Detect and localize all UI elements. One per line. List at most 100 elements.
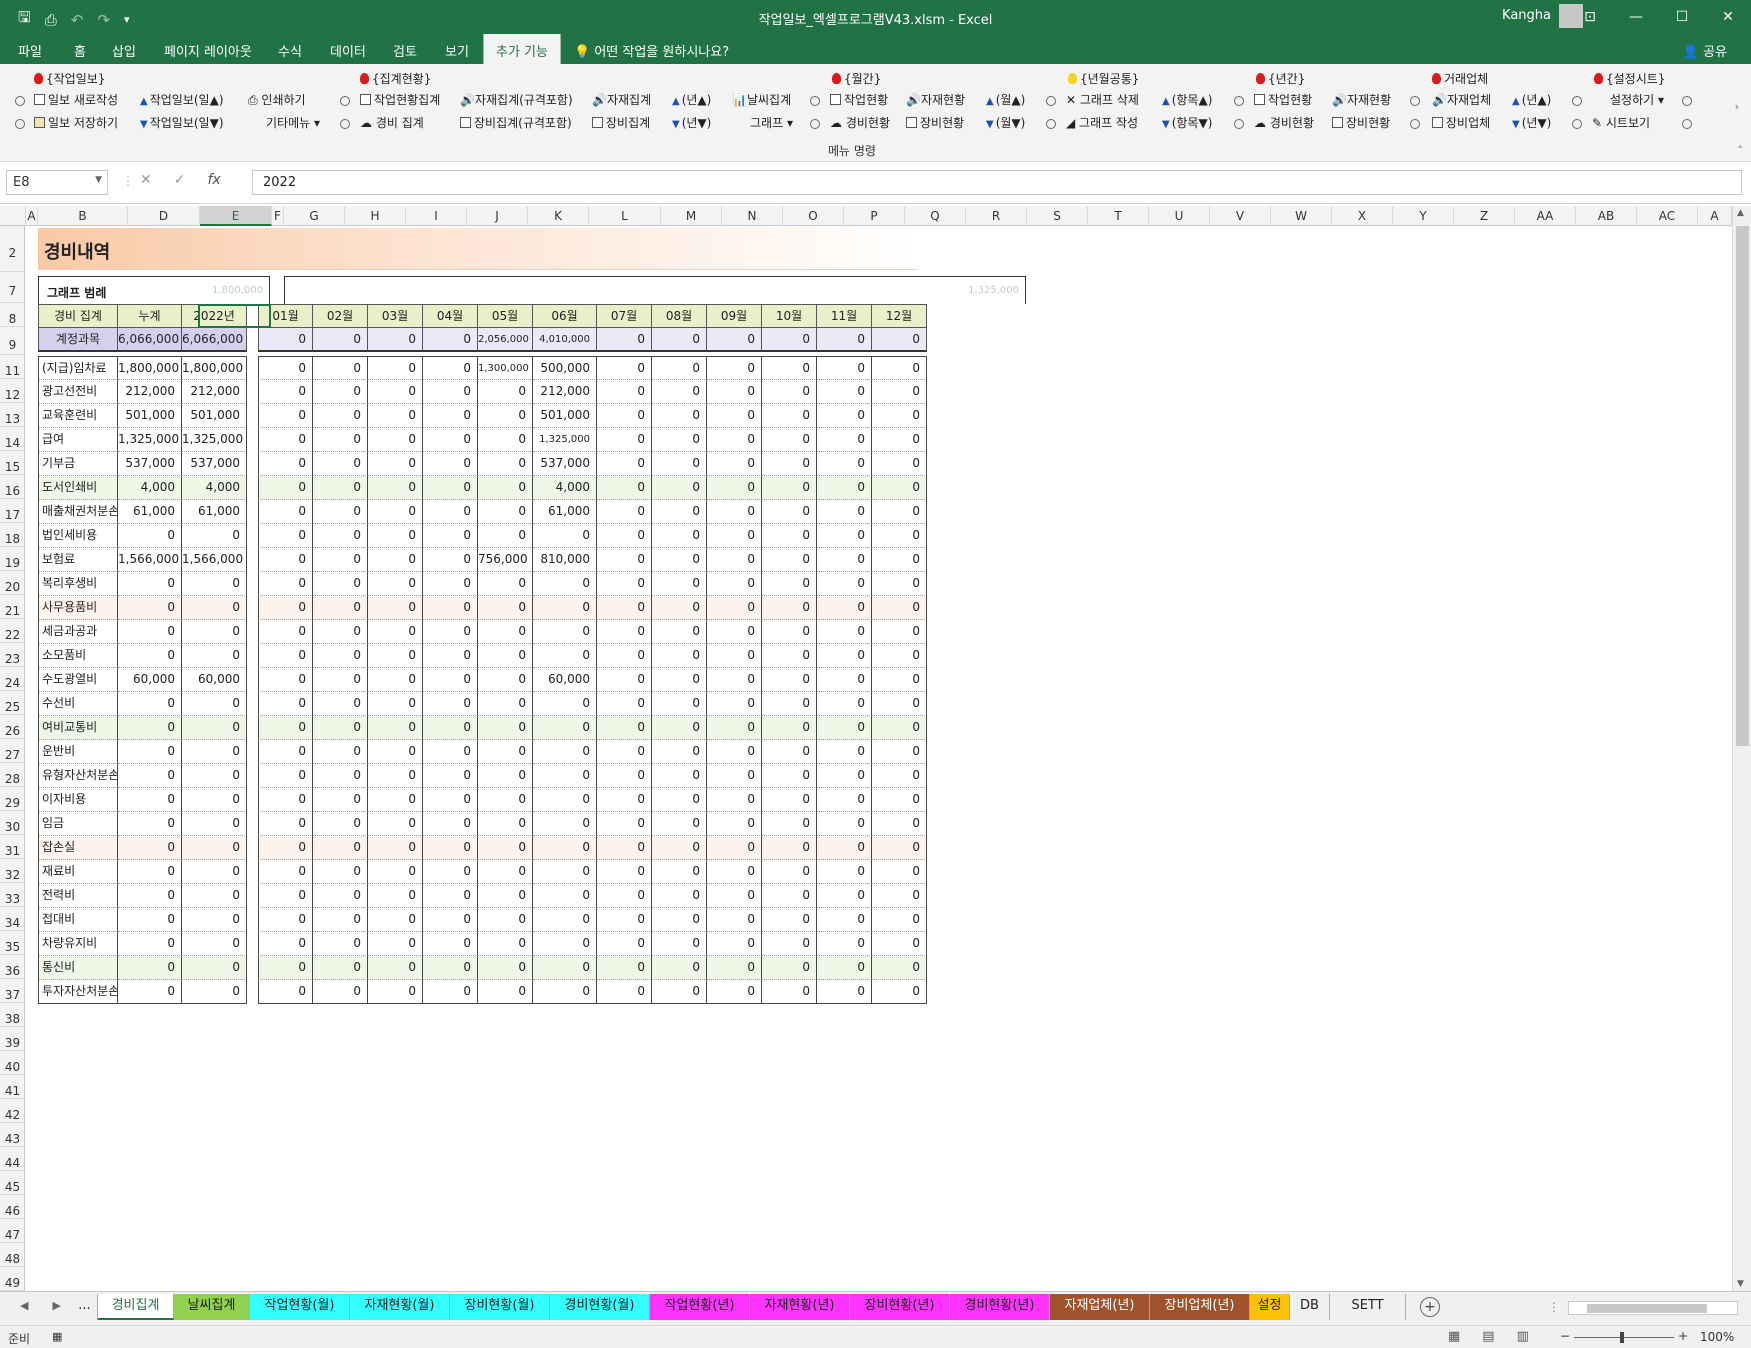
expense-month-cell[interactable]: 0 [423,956,478,980]
daily-up-button[interactable]: ▲ 작업일보(일▲) [140,93,224,109]
expense-name-cell[interactable]: 차량유지비 [38,932,118,956]
expense-month-cell[interactable]: 0 [707,596,762,620]
year-up-button[interactable]: ▲ (년▲) [672,93,711,109]
expense-month-cell[interactable]: 0 [762,716,817,740]
expense-month-cell[interactable]: 0 [478,524,533,548]
expense-month-cell[interactable]: 0 [762,812,817,836]
expense-month-cell[interactable]: 0 [817,644,872,668]
total-month-cell[interactable]: 0 [368,328,423,352]
expense-month-cell[interactable]: 0 [762,764,817,788]
total-month-cell[interactable]: 0 [707,328,762,352]
expense-month-cell[interactable]: 0 [423,476,478,500]
expense-month-cell[interactable]: 0 [478,836,533,860]
expense-cum-cell[interactable]: 61,000 [118,500,182,524]
expense-month-cell[interactable]: 0 [313,764,368,788]
expense-month-cell[interactable]: 0 [533,740,597,764]
row-header[interactable]: 16 [0,475,24,499]
column-header[interactable]: H [345,206,406,226]
expense-month-cell[interactable]: 0 [817,860,872,884]
expense-month-cell[interactable]: 0 [478,860,533,884]
expense-month-cell[interactable]: 0 [817,500,872,524]
row-header[interactable]: 47 [0,1219,24,1243]
expense-month-cell[interactable]: 0 [762,356,817,380]
expense-month-cell[interactable]: 0 [368,956,423,980]
expense-month-cell[interactable]: 0 [258,740,313,764]
expense-year-cell[interactable]: 1,800,000 [182,356,247,380]
expense-month-cell[interactable]: 0 [872,524,927,548]
row-header[interactable]: 38 [0,1003,24,1027]
expense-month-cell[interactable]: 0 [707,788,762,812]
expense-month-cell[interactable]: 0 [423,668,478,692]
expense-month-cell[interactable]: 0 [533,908,597,932]
delete-chart-button[interactable]: ✕ 그래프 삭제 [1066,93,1139,108]
weather-summary-button[interactable]: 📊날씨집계 [732,93,791,108]
expense-month-cell[interactable]: 0 [368,812,423,836]
expense-month-cell[interactable]: 501,000 [533,404,597,428]
expense-month-cell[interactable]: 0 [313,812,368,836]
expense-cum-cell[interactable]: 0 [118,764,182,788]
total-month-cell[interactable]: 0 [313,328,368,352]
expense-name-cell[interactable]: 기부금 [38,452,118,476]
expense-month-cell[interactable]: 0 [478,668,533,692]
expense-name-cell[interactable]: 급여 [38,428,118,452]
expense-month-cell[interactable]: 0 [817,716,872,740]
expense-month-cell[interactable]: 0 [478,476,533,500]
expense-month-cell[interactable]: 0 [423,524,478,548]
expense-month-cell[interactable]: 0 [313,644,368,668]
expense-month-cell[interactable]: 0 [258,764,313,788]
expense-month-cell[interactable]: 0 [423,740,478,764]
expense-month-cell[interactable]: 0 [707,740,762,764]
expense-name-cell[interactable]: (지급)임차료 [38,356,118,380]
radio-button[interactable] [1046,119,1056,129]
row-header[interactable]: 25 [0,691,24,715]
expense-month-cell[interactable]: 0 [597,884,652,908]
expense-month-cell[interactable]: 0 [707,908,762,932]
column-header[interactable]: S [1027,206,1088,226]
expense-month-cell[interactable]: 0 [597,812,652,836]
expense-cum-cell[interactable]: 0 [118,956,182,980]
expense-month-cell[interactable]: 0 [368,884,423,908]
expense-month-cell[interactable]: 0 [707,668,762,692]
column-header[interactable]: O [783,206,844,226]
expense-name-cell[interactable]: 임금 [38,812,118,836]
expense-month-cell[interactable]: 0 [368,980,423,1004]
expense-month-cell[interactable]: 0 [313,500,368,524]
expense-cum-cell[interactable]: 0 [118,716,182,740]
month-header-cell[interactable]: 11월 [817,304,872,328]
row-header[interactable]: 22 [0,619,24,643]
expense-month-cell[interactable]: 0 [817,524,872,548]
collapse-ribbon-icon[interactable]: ˄ [1738,144,1744,157]
new-report-button[interactable]: 일보 새로작성 [34,93,118,108]
row-header[interactable]: 29 [0,787,24,811]
expense-cum-cell[interactable]: 0 [118,860,182,884]
expense-year-cell[interactable]: 0 [182,620,247,644]
expense-month-cell[interactable]: 0 [872,356,927,380]
expense-month-cell[interactable]: 0 [478,404,533,428]
scroll-down-icon[interactable]: ▼ [1737,1279,1744,1289]
expense-month-cell[interactable]: 0 [368,356,423,380]
expense-name-cell[interactable]: 법인세비용 [38,524,118,548]
expense-month-cell[interactable]: 0 [423,548,478,572]
expense-month-cell[interactable]: 0 [707,428,762,452]
expense-name-cell[interactable]: 잡손실 [38,836,118,860]
expense-cum-cell[interactable]: 1,325,000 [118,428,182,452]
expense-month-cell[interactable]: 0 [423,692,478,716]
expense-cum-cell[interactable]: 1,566,000 [118,548,182,572]
expense-cum-cell[interactable]: 0 [118,884,182,908]
expense-month-cell[interactable]: 0 [762,404,817,428]
expense-month-cell[interactable]: 0 [597,620,652,644]
expense-month-cell[interactable]: 0 [707,956,762,980]
header-cell[interactable]: 누계 [118,304,182,328]
expense-month-cell[interactable]: 0 [872,884,927,908]
expense-month-cell[interactable]: 0 [423,596,478,620]
expense-month-cell[interactable]: 0 [597,716,652,740]
column-header[interactable]: Z [1454,206,1515,226]
expense-year-cell[interactable]: 0 [182,764,247,788]
column-header[interactable]: P [844,206,905,226]
cancel-icon[interactable]: ✕ [140,172,152,188]
minimize-icon[interactable]: — [1613,0,1659,34]
expense-month-cell[interactable]: 0 [817,404,872,428]
user-name[interactable]: Kangha [1502,8,1551,23]
expense-name-cell[interactable]: 운반비 [38,740,118,764]
expense-month-cell[interactable]: 0 [258,860,313,884]
